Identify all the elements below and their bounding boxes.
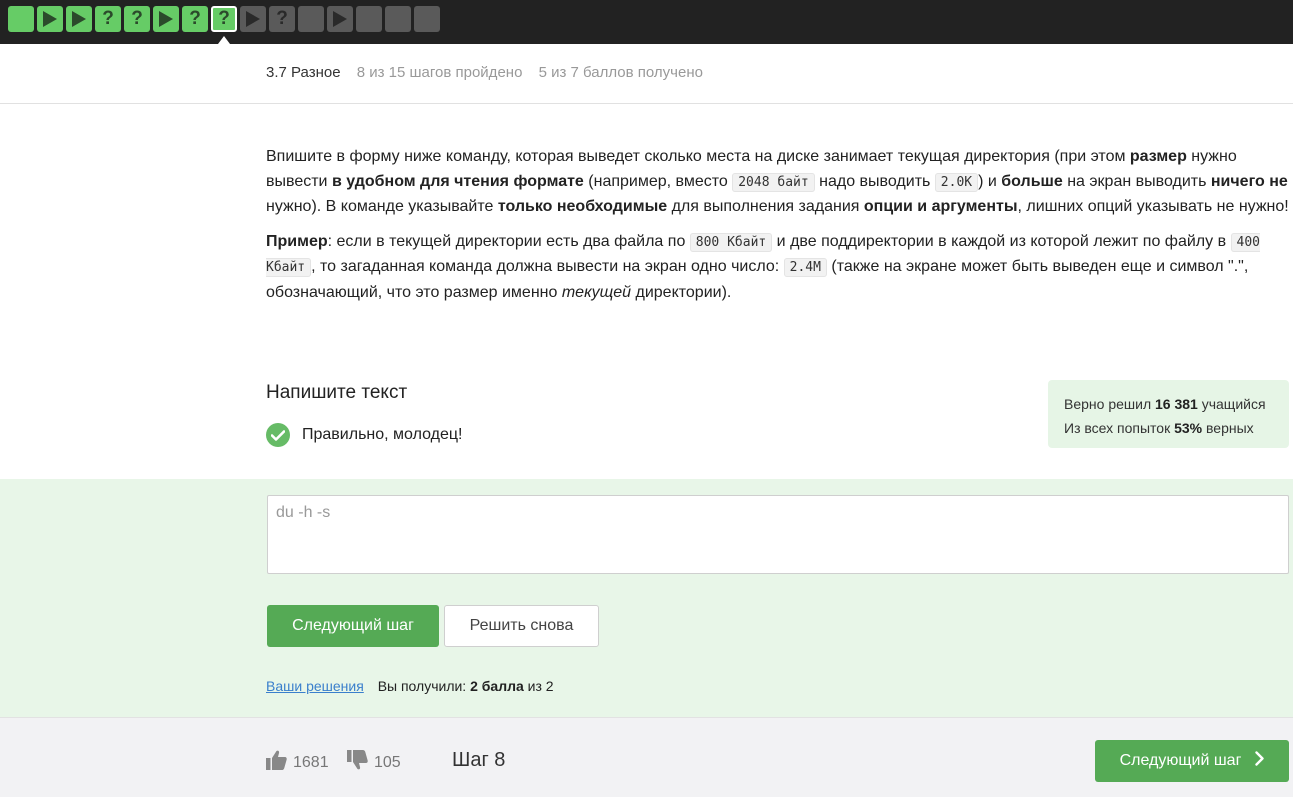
step-5-quiz[interactable]: ? [124, 6, 150, 32]
code-snippet: 2.0K [934, 172, 979, 192]
divider [0, 103, 1293, 104]
thumbs-up-icon [266, 750, 293, 775]
check-circle-icon [266, 423, 290, 447]
solutions-row: Ваши решения Вы получили: 2 балла из 2 [266, 678, 554, 694]
steps-progress: 8 из 15 шагов пройдено [356, 64, 523, 81]
step-15-text[interactable] [414, 6, 440, 32]
step-12-video[interactable] [327, 6, 353, 32]
question-icon: ? [276, 8, 288, 29]
task-text: Впишите в форму ниже команду, которая вы… [266, 145, 1293, 315]
step-6-video[interactable] [153, 6, 179, 32]
question-icon: ? [102, 8, 114, 29]
next-step-button[interactable]: Следующий шаг [267, 605, 439, 647]
dislike-button[interactable]: 105 [347, 750, 401, 775]
like-button[interactable]: 1681 [266, 750, 329, 775]
play-icon [246, 11, 260, 27]
step-8-quiz[interactable]: ? [211, 6, 237, 32]
play-icon [159, 11, 173, 27]
current-step-pointer [218, 36, 230, 44]
step-2-video[interactable] [37, 6, 63, 32]
next-step-footer-button[interactable]: Следующий шаг [1095, 740, 1289, 782]
step-13-text[interactable] [356, 6, 382, 32]
status-message: Правильно, молодец! [302, 426, 463, 443]
step-10-quiz[interactable]: ? [269, 6, 295, 32]
code-snippet: 800 Кбайт [689, 232, 773, 252]
step-14-text[interactable] [385, 6, 411, 32]
step-label: Шаг 8 [452, 749, 506, 771]
lesson-name[interactable]: 3.7 Разное [266, 64, 341, 81]
chevron-right-icon [1255, 751, 1265, 771]
question-icon: ? [131, 8, 143, 29]
step-4-quiz[interactable]: ? [95, 6, 121, 32]
attempts-stat: Из всех попыток 53% верных [1064, 420, 1254, 436]
correct-status: Правильно, молодец! [266, 423, 462, 447]
answer-area: du -h -s Следующий шаг Решить снова Ваши… [0, 479, 1293, 717]
task-paragraph-2: Пример: если в текущей директории есть д… [266, 232, 1260, 301]
question-icon: ? [189, 8, 201, 29]
answer-textarea[interactable]: du -h -s [267, 495, 1289, 574]
play-icon [333, 11, 347, 27]
code-snippet: 2048 байт [732, 172, 815, 192]
solved-stat: Верно решил 16 381 учащийся [1064, 396, 1266, 412]
code-snippet: 2.4M [783, 258, 827, 277]
likes-count: 1681 [293, 753, 329, 771]
step-9-video[interactable] [240, 6, 266, 32]
play-icon [43, 11, 57, 27]
step-3-video[interactable] [66, 6, 92, 32]
solve-again-button[interactable]: Решить снова [444, 605, 599, 647]
play-icon [72, 11, 86, 27]
step-7-quiz[interactable]: ? [182, 6, 208, 32]
footer: 1681 105 Шаг 8 Следующий шаг [0, 717, 1293, 797]
lesson-info: 3.7 Разное 8 из 15 шагов пройдено 5 из 7… [266, 64, 703, 81]
score-value: 2 балла [470, 678, 524, 694]
thumbs-down-icon [347, 750, 374, 775]
step-1-text[interactable] [8, 6, 34, 32]
question-icon: ? [218, 8, 230, 29]
dislikes-count: 105 [374, 753, 401, 771]
points-progress: 5 из 7 баллов получено [538, 64, 703, 81]
step-11-text[interactable] [298, 6, 324, 32]
answer-title: Напишите текст [266, 382, 408, 403]
task-paragraph-1: Впишите в форму ниже команду, которая вы… [266, 148, 1289, 215]
stats-box: Верно решил 16 381 учащийся Из всех попы… [1048, 380, 1289, 448]
your-solutions-link[interactable]: Ваши решения [266, 678, 364, 694]
steps-bar: ????? [0, 0, 1293, 44]
